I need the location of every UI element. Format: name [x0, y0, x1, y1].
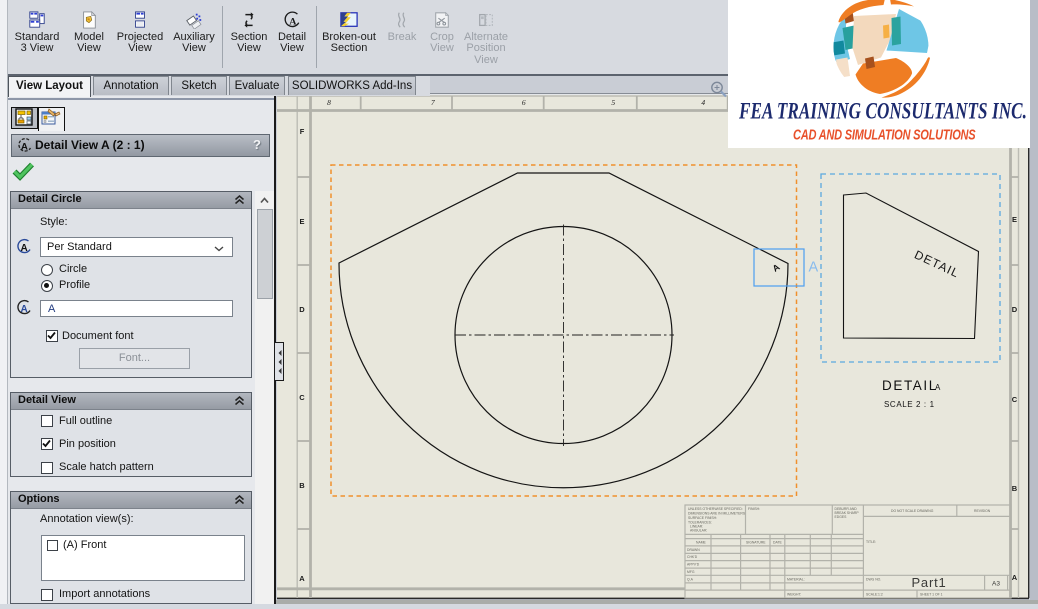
svg-text:APPV'D: APPV'D: [687, 563, 700, 567]
svg-text:A: A: [809, 260, 819, 276]
svg-text:MATERIAL:: MATERIAL:: [787, 578, 805, 582]
svg-text:A: A: [299, 574, 305, 583]
svg-text:EDGES: EDGES: [835, 515, 848, 519]
svg-text:C: C: [299, 393, 305, 402]
svg-text:SURFACE FINISH:: SURFACE FINISH:: [688, 516, 717, 520]
svg-text:A: A: [21, 304, 28, 315]
svg-text:B: B: [1012, 484, 1018, 493]
svg-text:Part1: Part1: [911, 575, 946, 590]
svg-text:A: A: [289, 17, 297, 28]
svg-text:D: D: [1012, 305, 1018, 314]
svg-text:DWG NO.: DWG NO.: [866, 578, 881, 582]
svg-text:E: E: [299, 217, 304, 226]
svg-text:C: C: [1012, 395, 1018, 404]
svg-text:SIGNATURE: SIGNATURE: [746, 541, 766, 545]
svg-text:SHEET 1 OF 1: SHEET 1 OF 1: [920, 593, 943, 597]
svg-text:A: A: [935, 383, 941, 392]
svg-text:E: E: [1012, 215, 1017, 224]
svg-text:5: 5: [611, 98, 615, 107]
svg-text:FEA TRAINING CONSULTANTS INC: FEA TRAINING CONSULTANTS INC.: [738, 99, 1027, 124]
svg-text:DIMENSIONS ARE IN MILLIMETERS: DIMENSIONS ARE IN MILLIMETERS: [688, 512, 746, 516]
svg-text:4: 4: [701, 98, 705, 107]
svg-text:A: A: [21, 142, 28, 153]
svg-text:SCALE 2 : 1: SCALE 2 : 1: [884, 400, 935, 409]
svg-text:A3: A3: [992, 581, 1000, 588]
svg-text:NAME: NAME: [696, 541, 707, 545]
svg-text:CAD AND SIMULATION SOLUTIONS: CAD AND SIMULATION SOLUTIONS: [793, 126, 976, 143]
svg-text:TITLE:: TITLE:: [866, 540, 876, 544]
svg-text:B: B: [299, 481, 305, 490]
svg-text:DRAWN: DRAWN: [687, 548, 700, 552]
svg-text:WEIGHT:: WEIGHT:: [787, 593, 801, 597]
svg-text:REVISION: REVISION: [974, 509, 991, 513]
svg-text:DO NOT SCALE DRAWING: DO NOT SCALE DRAWING: [891, 509, 934, 513]
svg-text:A: A: [1012, 573, 1018, 582]
svg-text:DATE: DATE: [773, 541, 783, 545]
svg-text:6: 6: [522, 98, 526, 107]
svg-text:D: D: [299, 305, 305, 314]
svg-text:ANGULAR:: ANGULAR:: [690, 529, 707, 533]
svg-text:CHK'D: CHK'D: [687, 555, 698, 559]
svg-text:Q.A: Q.A: [687, 578, 694, 582]
svg-text:DETAIL: DETAIL: [882, 378, 938, 393]
svg-text:UNLESS OTHERWISE SPECIFIED:: UNLESS OTHERWISE SPECIFIED:: [688, 507, 743, 511]
svg-text:FINISH:: FINISH:: [748, 507, 760, 511]
svg-text:F: F: [300, 127, 305, 136]
svg-text:SCALE:1:2: SCALE:1:2: [866, 593, 883, 597]
svg-text:MFG: MFG: [687, 570, 695, 574]
svg-text:A: A: [21, 243, 28, 254]
svg-text:7: 7: [431, 98, 435, 107]
svg-text:8: 8: [327, 98, 331, 107]
